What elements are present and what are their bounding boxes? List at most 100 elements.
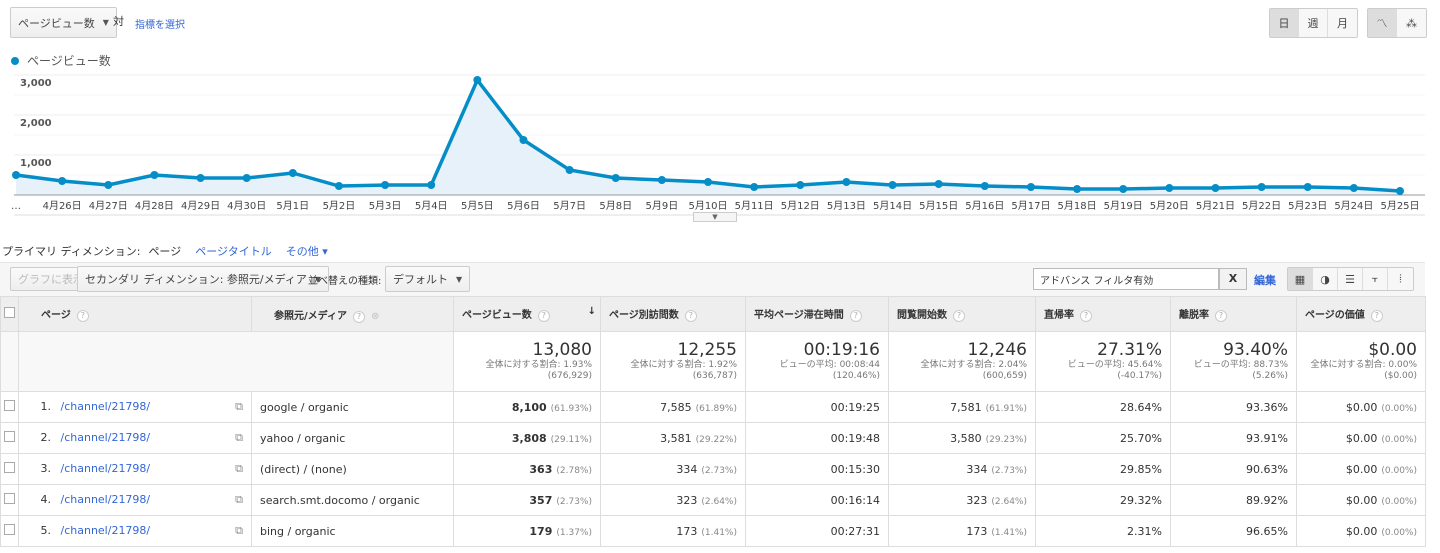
pivot-view-icon[interactable]: ⦙ bbox=[1388, 268, 1413, 290]
sort-type-label: 並べ替えの種類: bbox=[308, 276, 382, 287]
motion-chart-icon[interactable]: ⁂ bbox=[1397, 9, 1426, 37]
y-tick-label: 2,000 bbox=[20, 118, 52, 129]
open-page-icon[interactable]: ⧉ bbox=[235, 431, 243, 445]
dimension-page-title[interactable]: ページタイトル bbox=[195, 243, 272, 259]
x-tick-label: 5月17日 bbox=[1011, 200, 1050, 212]
legend-label: ページビュー数 bbox=[27, 54, 111, 68]
clear-filter-button[interactable]: X bbox=[1219, 268, 1247, 290]
data-point bbox=[1396, 187, 1404, 195]
table-row: 5. /channel/21798/ ⧉ bing / organic 179 (1… bbox=[0, 515, 1426, 547]
row-number: 4. bbox=[40, 493, 52, 506]
page-value-cell: $0.00 (0.00%) bbox=[1296, 515, 1426, 547]
pageviews-cell: 363 (2.78%) bbox=[453, 453, 601, 485]
data-point bbox=[1073, 185, 1082, 193]
open-page-icon[interactable]: ⧉ bbox=[235, 462, 243, 476]
row-checkbox[interactable] bbox=[4, 462, 15, 473]
secondary-dimension-select[interactable]: セカンダリ ディメンション: 参照元/メディア ▼ bbox=[77, 266, 330, 292]
table-view-icon[interactable]: ▦ bbox=[1288, 268, 1313, 290]
chevron-down-icon: ▼ bbox=[102, 18, 109, 27]
chart-resize-handle[interactable]: ▼ bbox=[693, 212, 737, 222]
data-point bbox=[1349, 184, 1358, 192]
line-chart: 1,000 2,000 3,000 … 4月26日 4月27日 4月28日 4月29日 4月30… bbox=[11, 74, 1425, 216]
col-avg-time[interactable]: 平均ページ滞在時間? bbox=[745, 296, 889, 332]
metric-select[interactable]: ページビュー数 ▼ bbox=[10, 7, 117, 38]
page-link[interactable]: /channel/21798/ bbox=[61, 400, 151, 413]
col-exit-rate[interactable]: 離脱率? bbox=[1170, 296, 1297, 332]
period-week-button[interactable]: 週 bbox=[1299, 9, 1328, 37]
row-checkbox[interactable] bbox=[4, 431, 15, 442]
help-icon: ? bbox=[684, 310, 697, 322]
x-tick-label: 5月19日 bbox=[1104, 200, 1143, 212]
open-page-icon[interactable]: ⧉ bbox=[235, 493, 243, 507]
pageviews-cell: 179 (1.37%) bbox=[453, 515, 601, 547]
col-page-value[interactable]: ページの価値? bbox=[1296, 296, 1426, 332]
remove-dimension-icon[interactable]: ⊗ bbox=[371, 311, 379, 322]
page-link[interactable]: /channel/21798/ bbox=[61, 493, 151, 506]
col-source-medium[interactable]: 参照元/メディア? ⊗ bbox=[251, 296, 454, 332]
source-medium: google / organic bbox=[251, 391, 454, 423]
bounce-rate-cell: 29.85% bbox=[1035, 453, 1171, 485]
period-selector: 日 週 月 bbox=[1269, 8, 1358, 38]
data-point bbox=[842, 178, 851, 186]
x-tick-label: 5月15日 bbox=[919, 200, 958, 212]
data-point bbox=[980, 182, 989, 190]
x-tick-label: 5月9日 bbox=[645, 200, 678, 212]
avg-time-cell: 00:15:30 bbox=[745, 453, 889, 485]
help-icon: ? bbox=[1370, 310, 1383, 322]
comparison-view-icon[interactable]: ⫟ bbox=[1363, 268, 1388, 290]
open-page-icon[interactable]: ⧉ bbox=[235, 524, 243, 538]
col-page[interactable]: ページ? bbox=[18, 296, 252, 332]
edit-filter-link[interactable]: 編集 bbox=[1254, 272, 1276, 288]
chart-legend: ページビュー数 bbox=[11, 52, 111, 69]
performance-view-icon[interactable]: ☰ bbox=[1338, 268, 1363, 290]
row-checkbox[interactable] bbox=[4, 524, 15, 535]
totals-row: 13,080 全体に対する割合: 1.93% (676,929) 12,255 全体に対… bbox=[0, 331, 1426, 392]
data-point bbox=[796, 181, 805, 189]
pageviews-cell: 357 (2.73%) bbox=[453, 484, 601, 516]
x-tick-label: 5月10日 bbox=[688, 200, 727, 212]
x-tick-label: 5月25日 bbox=[1380, 200, 1419, 212]
entrances-cell: 173 (1.41%) bbox=[888, 515, 1036, 547]
row-checkbox[interactable] bbox=[4, 400, 15, 411]
x-tick-label: 5月16日 bbox=[965, 200, 1004, 212]
row-checkbox[interactable] bbox=[4, 493, 15, 504]
page-link[interactable]: /channel/21798/ bbox=[61, 524, 151, 537]
table-view-selector: ▦ ◑ ☰ ⫟ ⦙ bbox=[1287, 267, 1414, 291]
entrances-cell: 334 (2.73%) bbox=[888, 453, 1036, 485]
primary-dimension-label: プライマリ ディメンション: bbox=[2, 245, 141, 258]
pie-view-icon[interactable]: ◑ bbox=[1313, 268, 1338, 290]
y-tick-label: 1,000 bbox=[20, 158, 52, 169]
dimension-more[interactable]: その他 ▾ bbox=[286, 243, 328, 259]
select-all-checkbox[interactable] bbox=[4, 307, 15, 318]
data-point bbox=[58, 177, 67, 185]
data-point bbox=[750, 183, 759, 191]
data-point bbox=[334, 182, 343, 190]
open-page-icon[interactable]: ⧉ bbox=[235, 400, 243, 414]
data-point bbox=[611, 174, 620, 182]
page-link[interactable]: /channel/21798/ bbox=[61, 431, 151, 444]
col-unique-pageviews[interactable]: ページ別訪問数? bbox=[600, 296, 746, 332]
col-pageviews[interactable]: ページビュー数? ↓ bbox=[453, 296, 601, 332]
advanced-filter-input[interactable]: アドバンス フィルタ有効 bbox=[1033, 268, 1219, 290]
unique-pageviews-cell: 3,581 (29.22%) bbox=[600, 422, 746, 454]
help-icon: ? bbox=[76, 310, 89, 322]
y-tick-label: 3,000 bbox=[20, 78, 52, 89]
line-chart-icon[interactable]: 〽 bbox=[1368, 9, 1397, 37]
x-tick-label: 5月23日 bbox=[1288, 200, 1327, 212]
dimension-page[interactable]: ページ bbox=[148, 243, 181, 259]
sort-type-select[interactable]: デフォルト ▼ bbox=[385, 266, 471, 292]
data-point bbox=[1119, 185, 1128, 193]
vs-label: 対 bbox=[113, 15, 124, 28]
col-entrances[interactable]: 閲覧開始数? bbox=[888, 296, 1036, 332]
period-month-button[interactable]: 月 bbox=[1328, 9, 1357, 37]
data-point bbox=[1165, 184, 1174, 192]
total-cell: 00:19:16 ビューの平均: 00:08:44 (120.46%) bbox=[745, 331, 889, 392]
unique-pageviews-cell: 334 (2.73%) bbox=[600, 453, 746, 485]
page-link[interactable]: /channel/21798/ bbox=[61, 462, 151, 475]
x-tick-label: 5月13日 bbox=[827, 200, 866, 212]
source-medium: bing / organic bbox=[251, 515, 454, 547]
col-bounce-rate[interactable]: 直帰率? bbox=[1035, 296, 1171, 332]
period-day-button[interactable]: 日 bbox=[1270, 9, 1299, 37]
select-metric-link[interactable]: 指標を選択 bbox=[135, 16, 185, 31]
exit-rate-cell: 89.92% bbox=[1170, 484, 1297, 516]
